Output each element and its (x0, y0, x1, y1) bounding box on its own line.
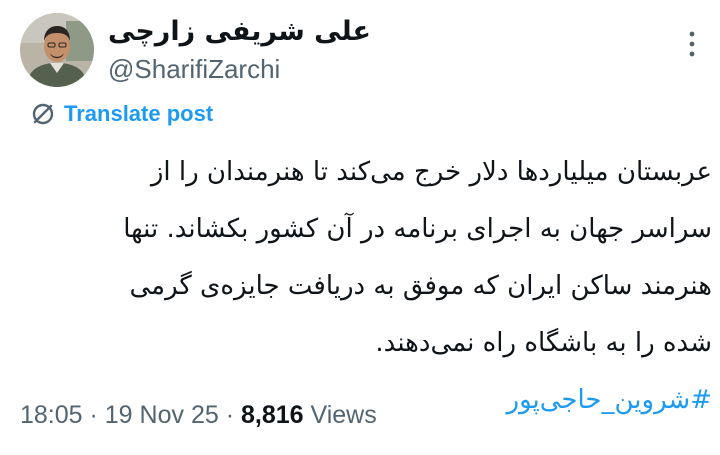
post-time[interactable]: 18:05 (20, 401, 83, 429)
tweet-line: شده را به باشگاه راه نمی‌دهند. (375, 328, 712, 358)
tweet-text: عربستان میلیاردها دلار خرج می‌کند تا هنر… (24, 144, 712, 429)
translate-post-button[interactable]: Translate post (30, 99, 213, 129)
views-label: Views (303, 401, 377, 429)
author-display-name[interactable]: علی شریفی زارچی (108, 15, 371, 49)
author-handle[interactable]: @SharifiZarchi (108, 53, 280, 85)
tweet-meta: 18:05 · 19 Nov 25 · 8,816 Views (20, 397, 377, 433)
views-count[interactable]: 8,816 (241, 401, 304, 429)
avatar[interactable] (20, 13, 94, 87)
meta-separator: · (82, 401, 105, 429)
translate-off-icon (30, 101, 56, 127)
post-date[interactable]: 19 Nov 25 (105, 401, 219, 429)
tweet-line: عربستان میلیاردها دلار خرج می‌کند تا هنر… (150, 157, 712, 187)
more-options-icon[interactable] (686, 30, 698, 58)
tweet-line: سراسر جهان به اجرای برنامه در آن کشور بک… (123, 214, 712, 244)
meta-separator: · (218, 401, 241, 429)
translate-post-label: Translate post (64, 101, 214, 126)
avatar-photo (20, 13, 94, 87)
tweet-line: هنرمند ساکن ایران که موفق به دریافت جایز… (129, 271, 712, 301)
